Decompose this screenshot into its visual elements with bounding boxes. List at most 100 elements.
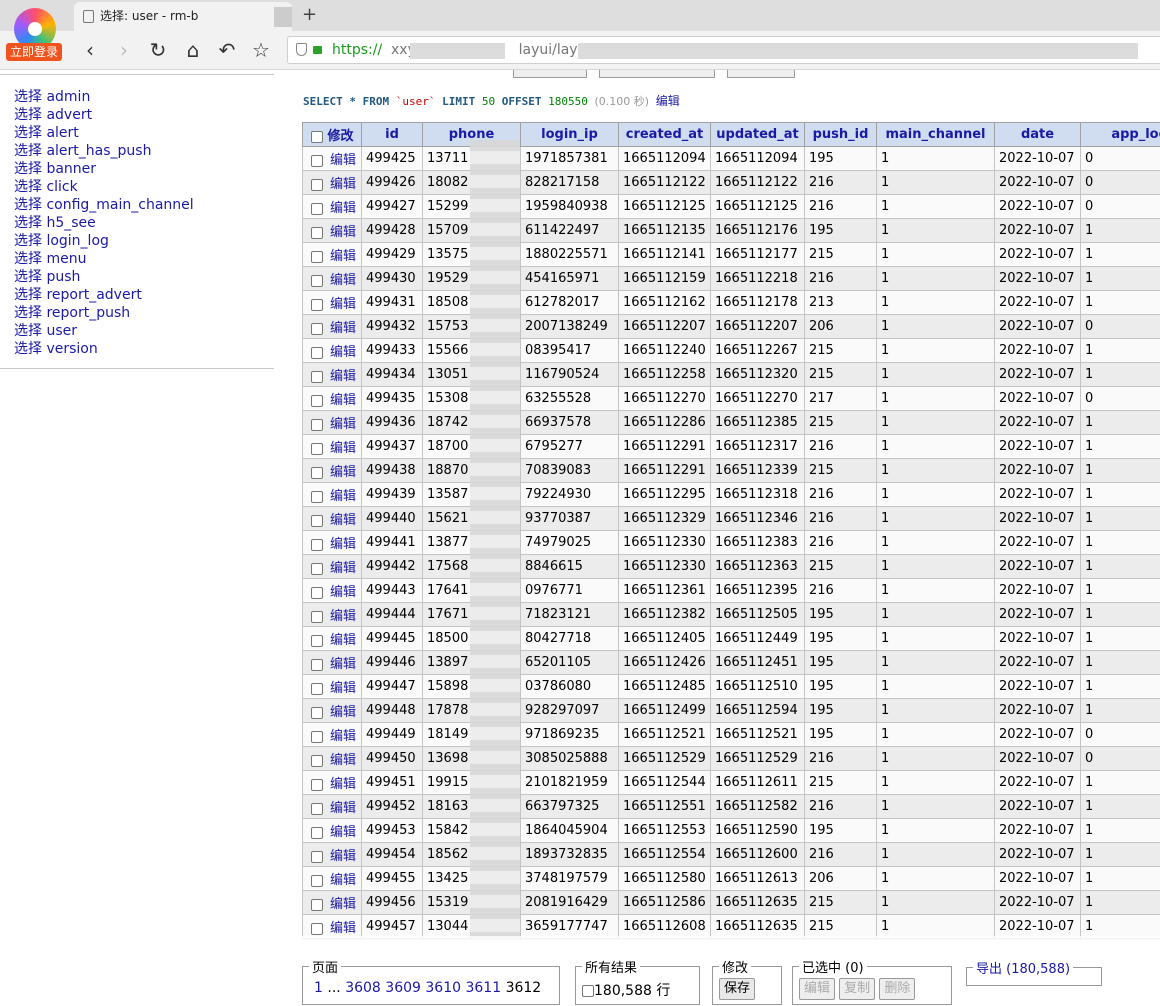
page-link[interactable]: 3608 (345, 980, 381, 996)
row-checkbox[interactable] (311, 802, 323, 815)
row-edit-link[interactable]: 编辑 (330, 633, 356, 648)
row-checkbox[interactable] (311, 730, 323, 743)
row-edit-link[interactable]: 编辑 (330, 873, 356, 888)
row-checkbox[interactable] (311, 874, 323, 887)
column-header-login-ip[interactable]: login_ip (520, 122, 619, 147)
row-checkbox[interactable] (311, 322, 323, 335)
row-checkbox[interactable] (311, 418, 323, 431)
column-header-main-channel[interactable]: main_channel (876, 122, 995, 147)
row-edit-link[interactable]: 编辑 (330, 393, 356, 408)
row-checkbox[interactable] (311, 898, 323, 911)
row-checkbox[interactable] (311, 634, 323, 647)
row-edit-link[interactable]: 编辑 (330, 513, 356, 528)
sidebar-item-banner[interactable]: 选择 banner (14, 160, 274, 178)
row-edit-link[interactable]: 编辑 (330, 681, 356, 696)
undo-icon[interactable]: ↶ (215, 38, 239, 62)
row-edit-link[interactable]: 编辑 (330, 489, 356, 504)
select-all-checkbox[interactable] (311, 130, 323, 143)
edit-selected-button[interactable]: 编辑 (799, 978, 836, 1000)
row-edit-link[interactable]: 编辑 (330, 225, 356, 240)
row-edit-link[interactable]: 编辑 (330, 441, 356, 456)
column-header-created-at[interactable]: created_at (618, 122, 711, 147)
row-edit-link[interactable]: 编辑 (330, 777, 356, 792)
partial-button[interactable] (727, 70, 795, 78)
export-link[interactable]: 导出 (180,588) (973, 958, 1073, 977)
row-checkbox[interactable] (311, 442, 323, 455)
row-edit-link[interactable]: 编辑 (330, 897, 356, 912)
sidebar-item-user[interactable]: 选择 user (14, 322, 274, 340)
row-edit-link[interactable]: 编辑 (330, 657, 356, 672)
sidebar-item-login-log[interactable]: 选择 login_log (14, 232, 274, 250)
browser-tab[interactable]: 选择: user - rm-b × (74, 2, 292, 31)
row-checkbox[interactable] (311, 754, 323, 767)
star-icon[interactable]: ☆ (249, 38, 273, 62)
home-icon[interactable]: ⌂ (181, 38, 205, 62)
row-checkbox[interactable] (311, 466, 323, 479)
copy-selected-button[interactable]: 复制 (839, 978, 876, 1000)
row-checkbox[interactable] (311, 706, 323, 719)
partial-button[interactable] (513, 70, 587, 78)
address-bar[interactable]: https:// xxyx.layui/lay (287, 36, 1160, 64)
row-checkbox[interactable] (311, 370, 323, 383)
sidebar-item-admin[interactable]: 选择 admin (14, 88, 274, 106)
back-icon[interactable]: ‹ (78, 38, 102, 62)
sidebar-item-report-advert[interactable]: 选择 report_advert (14, 286, 274, 304)
login-button[interactable]: 立即登录 (6, 43, 62, 61)
row-checkbox[interactable] (311, 538, 323, 551)
row-edit-link[interactable]: 编辑 (330, 249, 356, 264)
row-checkbox[interactable] (311, 298, 323, 311)
column-header-updated-at[interactable]: updated_at (710, 122, 805, 147)
sidebar-item-advert[interactable]: 选择 advert (14, 106, 274, 124)
row-checkbox[interactable] (311, 586, 323, 599)
row-checkbox[interactable] (311, 514, 323, 527)
sidebar-item-version[interactable]: 选择 version (14, 340, 274, 358)
row-edit-link[interactable]: 编辑 (330, 465, 356, 480)
page-link[interactable]: 3610 (425, 980, 461, 996)
row-edit-link[interactable]: 编辑 (330, 345, 356, 360)
row-checkbox[interactable] (311, 226, 323, 239)
row-edit-link[interactable]: 编辑 (330, 609, 356, 624)
page-link[interactable]: 3611 (465, 980, 501, 996)
row-edit-link[interactable]: 编辑 (330, 801, 356, 816)
column-header-app-login[interactable]: app_login (1080, 122, 1160, 147)
sidebar-item-menu[interactable]: 选择 menu (14, 250, 274, 268)
row-edit-link[interactable]: 编辑 (330, 729, 356, 744)
row-edit-link[interactable]: 编辑 (330, 921, 356, 936)
row-edit-link[interactable]: 编辑 (330, 297, 356, 312)
reload-icon[interactable]: ↻ (146, 38, 170, 62)
sidebar-item-h5-see[interactable]: 选择 h5_see (14, 214, 274, 232)
row-edit-link[interactable]: 编辑 (330, 753, 356, 768)
page-link[interactable]: 3609 (385, 980, 421, 996)
row-checkbox[interactable] (311, 274, 323, 287)
row-edit-link[interactable]: 编辑 (330, 849, 356, 864)
forward-icon[interactable]: › (112, 38, 136, 62)
row-checkbox[interactable] (311, 490, 323, 503)
column-header-date[interactable]: date (994, 122, 1081, 147)
row-checkbox[interactable] (311, 154, 323, 167)
row-checkbox[interactable] (311, 826, 323, 839)
row-edit-link[interactable]: 编辑 (330, 153, 356, 168)
row-checkbox[interactable] (311, 658, 323, 671)
sidebar-item-report-push[interactable]: 选择 report_push (14, 304, 274, 322)
edit-query-link[interactable]: 编辑 (656, 94, 680, 108)
row-edit-link[interactable]: 编辑 (330, 537, 356, 552)
row-edit-link[interactable]: 编辑 (330, 705, 356, 720)
row-checkbox[interactable] (311, 922, 323, 935)
all-results-checkbox[interactable] (582, 985, 594, 997)
select-all-header[interactable]: 修改 (302, 122, 362, 147)
row-edit-link[interactable]: 编辑 (330, 585, 356, 600)
partial-button[interactable] (599, 70, 715, 78)
sidebar-item-click[interactable]: 选择 click (14, 178, 274, 196)
column-header-id[interactable]: id (361, 122, 423, 147)
row-checkbox[interactable] (311, 562, 323, 575)
row-edit-link[interactable]: 编辑 (330, 321, 356, 336)
row-edit-link[interactable]: 编辑 (330, 561, 356, 576)
new-tab-button[interactable]: + (302, 4, 317, 25)
row-checkbox[interactable] (311, 850, 323, 863)
row-edit-link[interactable]: 编辑 (330, 825, 356, 840)
row-checkbox[interactable] (311, 250, 323, 263)
row-edit-link[interactable]: 编辑 (330, 273, 356, 288)
sidebar-item-alert-has-push[interactable]: 选择 alert_has_push (14, 142, 274, 160)
delete-selected-button[interactable]: 删除 (879, 978, 916, 1000)
page-link[interactable]: 1 (314, 980, 323, 996)
